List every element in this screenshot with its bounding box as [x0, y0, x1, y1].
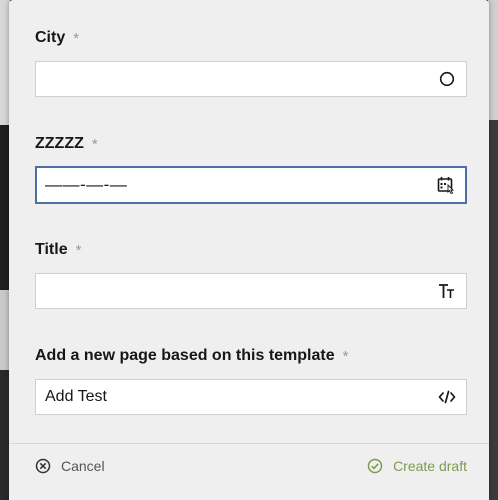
required-marker: * [75, 241, 82, 259]
cancel-label: Cancel [61, 458, 105, 474]
close-circle-icon [35, 458, 51, 474]
date-label: ZZZZZ * [35, 135, 98, 153]
create-draft-label: Create draft [393, 458, 467, 474]
city-input[interactable] [35, 61, 467, 97]
text-type-icon[interactable] [438, 282, 456, 300]
required-marker: * [73, 29, 80, 47]
date-input[interactable]: ——-—-— [35, 166, 467, 204]
template-select[interactable]: Add Test [35, 379, 467, 415]
title-label: Title * [35, 241, 82, 259]
required-marker: * [342, 347, 349, 365]
dialog-footer: Cancel Create draft [9, 443, 489, 500]
create-draft-button[interactable]: Create draft [367, 458, 467, 474]
create-page-dialog: City * ZZZZZ * ——-—-— Title * Add a new … [9, 0, 489, 500]
title-field: Title * [35, 239, 467, 309]
required-marker: * [91, 135, 98, 153]
check-circle-icon [367, 458, 383, 474]
template-label: Add a new page based on this template * [35, 347, 349, 365]
city-field: City * [35, 27, 467, 97]
cancel-button[interactable]: Cancel [35, 458, 105, 474]
circle-icon[interactable] [438, 70, 456, 88]
calendar-icon[interactable] [437, 176, 455, 194]
backdrop-right [488, 0, 498, 500]
title-input[interactable] [35, 273, 467, 309]
city-label: City * [35, 29, 80, 47]
date-field: ZZZZZ * ——-—-— [35, 133, 467, 204]
template-field: Add a new page based on this template * … [35, 345, 467, 415]
date-mask: ——-—-— [45, 175, 128, 194]
code-icon[interactable] [438, 388, 456, 406]
